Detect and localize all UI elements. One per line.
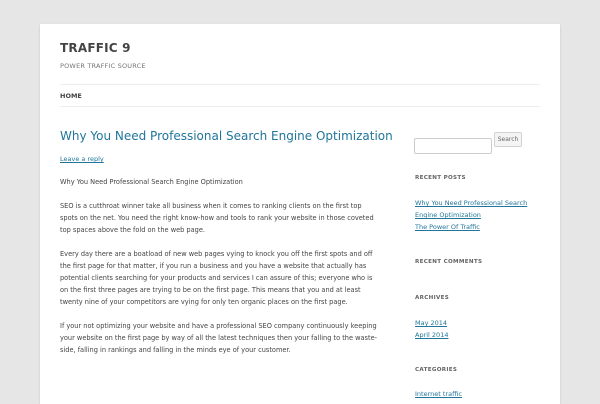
page-container: TRAFFIC 9 POWER TRAFFIC SOURCE HOME Why … <box>40 24 560 404</box>
nav-divider-bottom <box>60 106 540 107</box>
post-title[interactable]: Why You Need Professional Search Engine … <box>60 129 393 143</box>
post-paragraph: If your not optimizing your website and … <box>60 322 378 354</box>
recent-comments-heading: RECENT COMMENTS <box>415 259 483 265</box>
archive-link[interactable]: May 2014 <box>415 317 535 329</box>
post-paragraph: Every day there are a boatload of new we… <box>60 250 373 306</box>
recent-post-link[interactable]: The Power Of Traffic <box>415 221 535 233</box>
leave-reply-link[interactable]: Leave a reply <box>60 155 104 163</box>
search-form: Search <box>414 132 522 154</box>
search-input[interactable] <box>414 137 492 154</box>
categories-heading: CATEGORIES <box>415 367 458 373</box>
post-paragraph: Why You Need Professional Search Engine … <box>60 178 243 186</box>
nav-divider-top <box>60 84 540 85</box>
recent-posts-heading: RECENT POSTS <box>415 175 466 181</box>
nav-home-link[interactable]: HOME <box>60 92 82 100</box>
category-link[interactable]: Internet traffic <box>415 388 535 400</box>
search-button[interactable]: Search <box>494 132 522 147</box>
site-title[interactable]: TRAFFIC 9 <box>60 41 131 55</box>
post-paragraph: SEO is a cutthroat winner take all busin… <box>60 202 374 234</box>
recent-post-link[interactable]: Why You Need Professional Search Engine … <box>415 197 535 221</box>
post-content: Why You Need Professional Search Engine … <box>60 176 378 368</box>
site-description: POWER TRAFFIC SOURCE <box>60 62 146 70</box>
archive-link[interactable]: April 2014 <box>415 329 535 341</box>
archives-heading: ARCHIVES <box>415 295 450 301</box>
